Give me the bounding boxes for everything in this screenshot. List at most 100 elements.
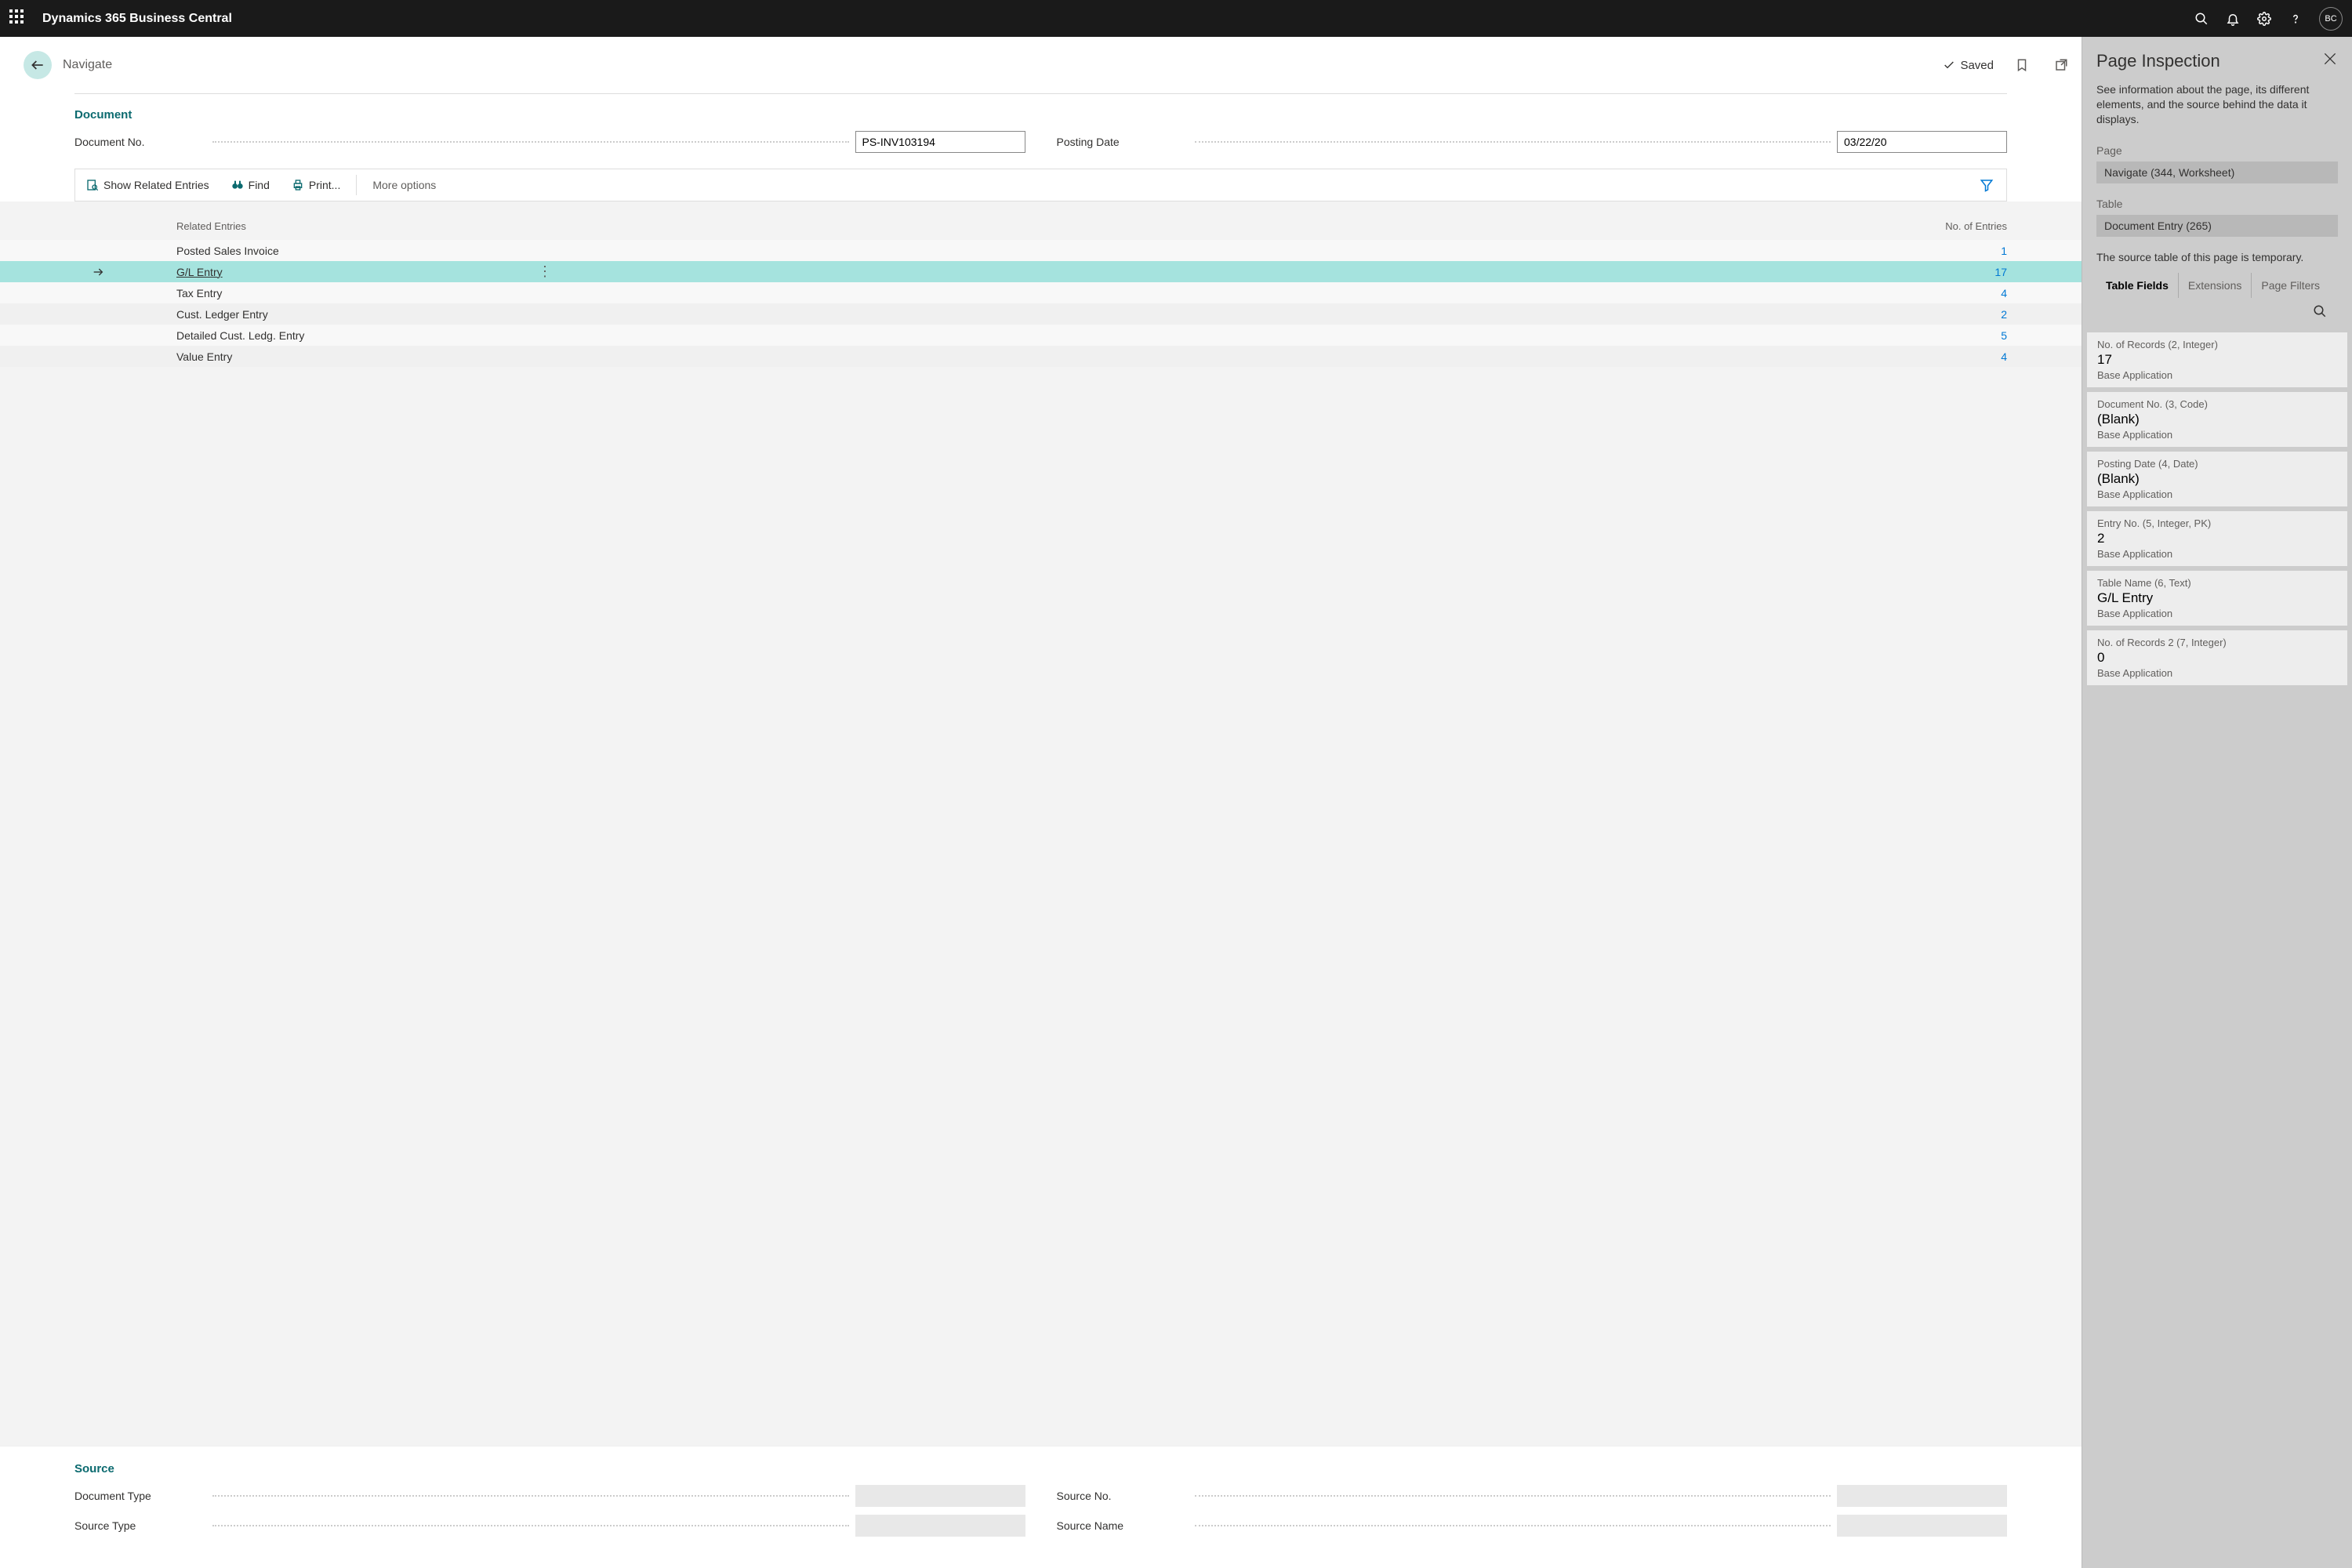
table-row[interactable]: Value Entry⋮4 xyxy=(0,346,2082,367)
field-card[interactable]: No. of Records 2 (7, Integer) 0Base Appli… xyxy=(2087,630,2347,685)
app-launcher-icon[interactable] xyxy=(9,9,28,28)
binoculars-icon xyxy=(231,179,244,191)
search-icon[interactable] xyxy=(2194,11,2209,27)
bookmark-icon[interactable] xyxy=(2014,57,2030,73)
field-meta: No. of Records 2 (7, Integer) xyxy=(2097,637,2339,648)
print-button[interactable]: Print... xyxy=(281,169,351,201)
source-no-input[interactable] xyxy=(1837,1485,2007,1507)
section-title-document: Document xyxy=(74,108,2007,122)
related-entries-icon xyxy=(86,179,99,191)
help-icon[interactable] xyxy=(2288,11,2303,27)
field-source: Base Application xyxy=(2097,488,2339,500)
row-name: Tax Entry xyxy=(176,287,529,299)
row-name: Cust. Ledger Entry xyxy=(176,308,529,321)
field-source: Base Application xyxy=(2097,608,2339,619)
inspector-page-value: Navigate (344, Worksheet) xyxy=(2096,162,2338,183)
inspector-table-label: Table xyxy=(2096,198,2338,210)
row-menu-icon[interactable]: ⋮ xyxy=(529,263,561,280)
field-meta: Posting Date (4, Date) xyxy=(2097,458,2339,470)
row-name: Posted Sales Invoice xyxy=(176,245,529,257)
gear-icon[interactable] xyxy=(2256,11,2272,27)
field-card[interactable]: Document No. (3, Code) (Blank) Base Applic… xyxy=(2087,392,2347,447)
field-meta: Table Name (6, Text) xyxy=(2097,577,2339,589)
page-header: Navigate Saved xyxy=(0,37,2082,93)
source-type-input[interactable] xyxy=(855,1515,1025,1537)
source-section: Source Document Type Source No. Source T… xyxy=(0,1446,2082,1568)
open-new-window-icon[interactable] xyxy=(2053,57,2069,73)
field-source: Base Application xyxy=(2097,667,2339,679)
doc-type-label: Document Type xyxy=(74,1490,206,1502)
row-count[interactable]: 2 xyxy=(1960,308,2007,321)
doc-no-input[interactable] xyxy=(855,131,1025,153)
row-indicator-icon xyxy=(74,266,122,278)
field-meta: Document No. (3, Code) xyxy=(2097,398,2339,410)
tab-table-fields[interactable]: Table Fields xyxy=(2096,273,2179,298)
related-entries-table: Related Entries No. of Entries Posted Sa… xyxy=(0,201,2082,1446)
action-toolbar: Show Related Entries Find Print... More … xyxy=(74,169,2007,201)
tab-extensions[interactable]: Extensions xyxy=(2179,273,2252,298)
field-value: G/L Entry xyxy=(2097,590,2339,606)
field-value: (Blank) xyxy=(2097,471,2339,487)
field-value: 0 xyxy=(2097,650,2339,666)
table-row[interactable]: Cust. Ledger Entry⋮2 xyxy=(0,303,2082,325)
filter-icon[interactable] xyxy=(1967,178,2006,192)
field-meta: No. of Records (2, Integer) xyxy=(2097,339,2339,350)
page-inspection-panel: Page Inspection See information about th… xyxy=(2082,37,2352,1568)
section-title-source: Source xyxy=(74,1462,2007,1475)
table-row[interactable]: G/L Entry⋮ 17 xyxy=(0,261,2082,282)
main-content: Navigate Saved Document Document No. xyxy=(0,37,2082,1568)
check-icon xyxy=(1943,59,1955,71)
source-name-label: Source Name xyxy=(1057,1519,1189,1532)
row-count[interactable]: 5 xyxy=(1960,329,2007,342)
inspector-title: Page Inspection xyxy=(2096,51,2220,71)
tab-page-filters[interactable]: Page Filters xyxy=(2252,273,2329,298)
inspector-fields-list[interactable]: No. of Records (2, Integer)17Base Applic… xyxy=(2082,332,2352,1568)
table-row[interactable]: Detailed Cust. Ledg. Entry⋮5 xyxy=(0,325,2082,346)
print-icon xyxy=(292,179,304,191)
field-card[interactable]: Posting Date (4, Date)(Blank)Base Applic… xyxy=(2087,452,2347,506)
table-row[interactable]: Tax Entry⋮4 xyxy=(0,282,2082,303)
field-value: (Blank) xyxy=(2097,412,2339,427)
inspector-tabs: Table Fields Extensions Page Filters xyxy=(2096,273,2338,298)
row-count[interactable]: 1 xyxy=(1960,245,2007,257)
field-meta: Entry No. (5, Integer, PK) xyxy=(2097,517,2339,529)
saved-status: Saved xyxy=(1943,59,1994,72)
doc-no-label: Document No. xyxy=(74,136,206,148)
divider xyxy=(74,93,2007,94)
field-card[interactable]: Entry No. (5, Integer, PK)2Base Applicat… xyxy=(2087,511,2347,566)
posting-date-input[interactable] xyxy=(1837,131,2007,153)
close-icon[interactable] xyxy=(2322,51,2338,67)
toolbar-separator xyxy=(356,175,357,195)
show-related-entries-button[interactable]: Show Related Entries xyxy=(75,169,220,201)
row-name: G/L Entry xyxy=(176,266,529,278)
back-button[interactable] xyxy=(24,51,52,79)
col-header-entries[interactable]: Related Entries xyxy=(176,220,333,232)
find-button[interactable]: Find xyxy=(220,169,281,201)
row-name: Value Entry xyxy=(176,350,529,363)
row-count[interactable]: 4 xyxy=(1960,287,2007,299)
avatar[interactable]: BC xyxy=(2319,7,2343,31)
field-source: Base Application xyxy=(2097,548,2339,560)
field-card[interactable]: No. of Records (2, Integer) 17Base Applic… xyxy=(2087,332,2347,387)
bell-icon[interactable] xyxy=(2225,11,2241,27)
row-count[interactable]: 4 xyxy=(1960,350,2007,363)
inspector-table-value: Document Entry (265) xyxy=(2096,215,2338,237)
inspector-page-label: Page xyxy=(2096,144,2338,157)
row-count[interactable]: 17 xyxy=(1960,266,2007,278)
row-name: Detailed Cust. Ledg. Entry xyxy=(176,329,529,342)
source-type-label: Source Type xyxy=(74,1519,206,1532)
field-source: Base Application xyxy=(2097,369,2339,381)
topbar: Dynamics 365 Business Central BC xyxy=(0,0,2352,37)
more-options-button[interactable]: More options xyxy=(361,179,447,191)
inspector-note: The source table of this page is tempora… xyxy=(2096,251,2338,263)
inspector-search-icon[interactable] xyxy=(2313,304,2327,318)
source-no-label: Source No. xyxy=(1057,1490,1189,1502)
table-row[interactable]: Posted Sales Invoice⋮1 xyxy=(0,240,2082,261)
app-title: Dynamics 365 Business Central xyxy=(42,12,2194,26)
field-card[interactable]: Table Name (6, Text)G/L Entry Base Applic… xyxy=(2087,571,2347,626)
field-value: 17 xyxy=(2097,352,2339,368)
col-header-count[interactable]: No. of Entries xyxy=(1913,220,2007,232)
field-source: Base Application xyxy=(2097,429,2339,441)
source-name-input[interactable] xyxy=(1837,1515,2007,1537)
doc-type-input[interactable] xyxy=(855,1485,1025,1507)
